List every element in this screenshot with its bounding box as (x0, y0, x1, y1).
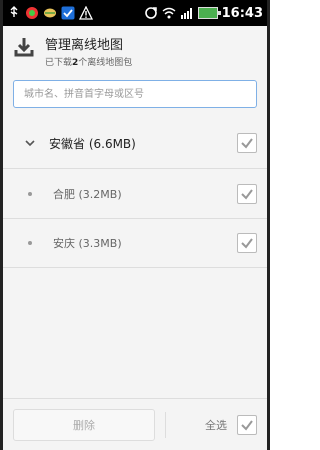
wifi-icon (162, 7, 176, 19)
check-icon (241, 419, 253, 431)
status-right-icons: 16:43 (144, 6, 263, 21)
city-checkbox[interactable] (237, 233, 257, 253)
select-all-checkbox[interactable] (237, 414, 257, 435)
bottom-action-bar: 删除 全选 (3, 398, 267, 450)
expand-toggle[interactable] (15, 138, 45, 148)
app-notification-icon (26, 7, 38, 19)
select-all-label: 全选 (205, 418, 227, 432)
page-header: 管理离线地图 已下载2个离线地图包 (3, 26, 267, 72)
city-checkbox[interactable] (237, 183, 257, 204)
sandwich-icon (44, 8, 56, 18)
city-label: 安庆 (3.3MB) (53, 237, 122, 250)
province-checkbox[interactable] (237, 133, 257, 153)
subtitle-prefix: 已下载 (45, 58, 73, 68)
delete-button[interactable]: 删除 (13, 408, 155, 441)
signal-icon (180, 8, 192, 19)
footer-divider (165, 411, 166, 438)
usb-icon (10, 6, 18, 17)
app-window: 16:43 管理离线地图 已下载2个离线地图包 安徽省 (6.6MB) (0, 0, 270, 450)
download-summary: 已下载2个离线地图包 (45, 55, 132, 68)
battery-icon (197, 7, 221, 19)
status-time: 16:43 (221, 5, 263, 21)
city-label: 合肥 (3.2MB) (53, 187, 122, 201)
bullet-icon (28, 241, 32, 245)
province-label: 安徽省 (6.6MB) (49, 136, 136, 151)
offline-map-list: 安徽省 (6.6MB) 合肥 (3.2MB) 安庆 (3.3MB) (3, 118, 267, 268)
province-row[interactable]: 安徽省 (6.6MB) (3, 118, 267, 168)
search-box[interactable] (13, 80, 257, 108)
city-row[interactable]: 安庆 (3.3MB) (3, 218, 267, 268)
search-input[interactable] (22, 87, 248, 101)
city-row[interactable]: 合肥 (3.2MB) (3, 168, 267, 218)
sync-icon (144, 7, 157, 19)
bullet-wrap (15, 191, 45, 196)
download-icon (14, 38, 34, 57)
bullet-icon (28, 191, 32, 196)
select-all-control[interactable]: 全选 (205, 414, 257, 435)
status-bar: 16:43 (3, 0, 267, 26)
check-icon (241, 238, 253, 249)
check-icon (241, 188, 253, 200)
check-icon (241, 138, 253, 149)
page-title: 管理离线地图 (45, 38, 124, 53)
subtitle-suffix: 个离线地图包 (78, 58, 133, 68)
chevron-down-icon (25, 140, 35, 147)
bullet-wrap (15, 241, 45, 245)
status-left-icons (7, 6, 93, 20)
check-app-icon (61, 6, 75, 20)
warning-icon (79, 6, 93, 20)
